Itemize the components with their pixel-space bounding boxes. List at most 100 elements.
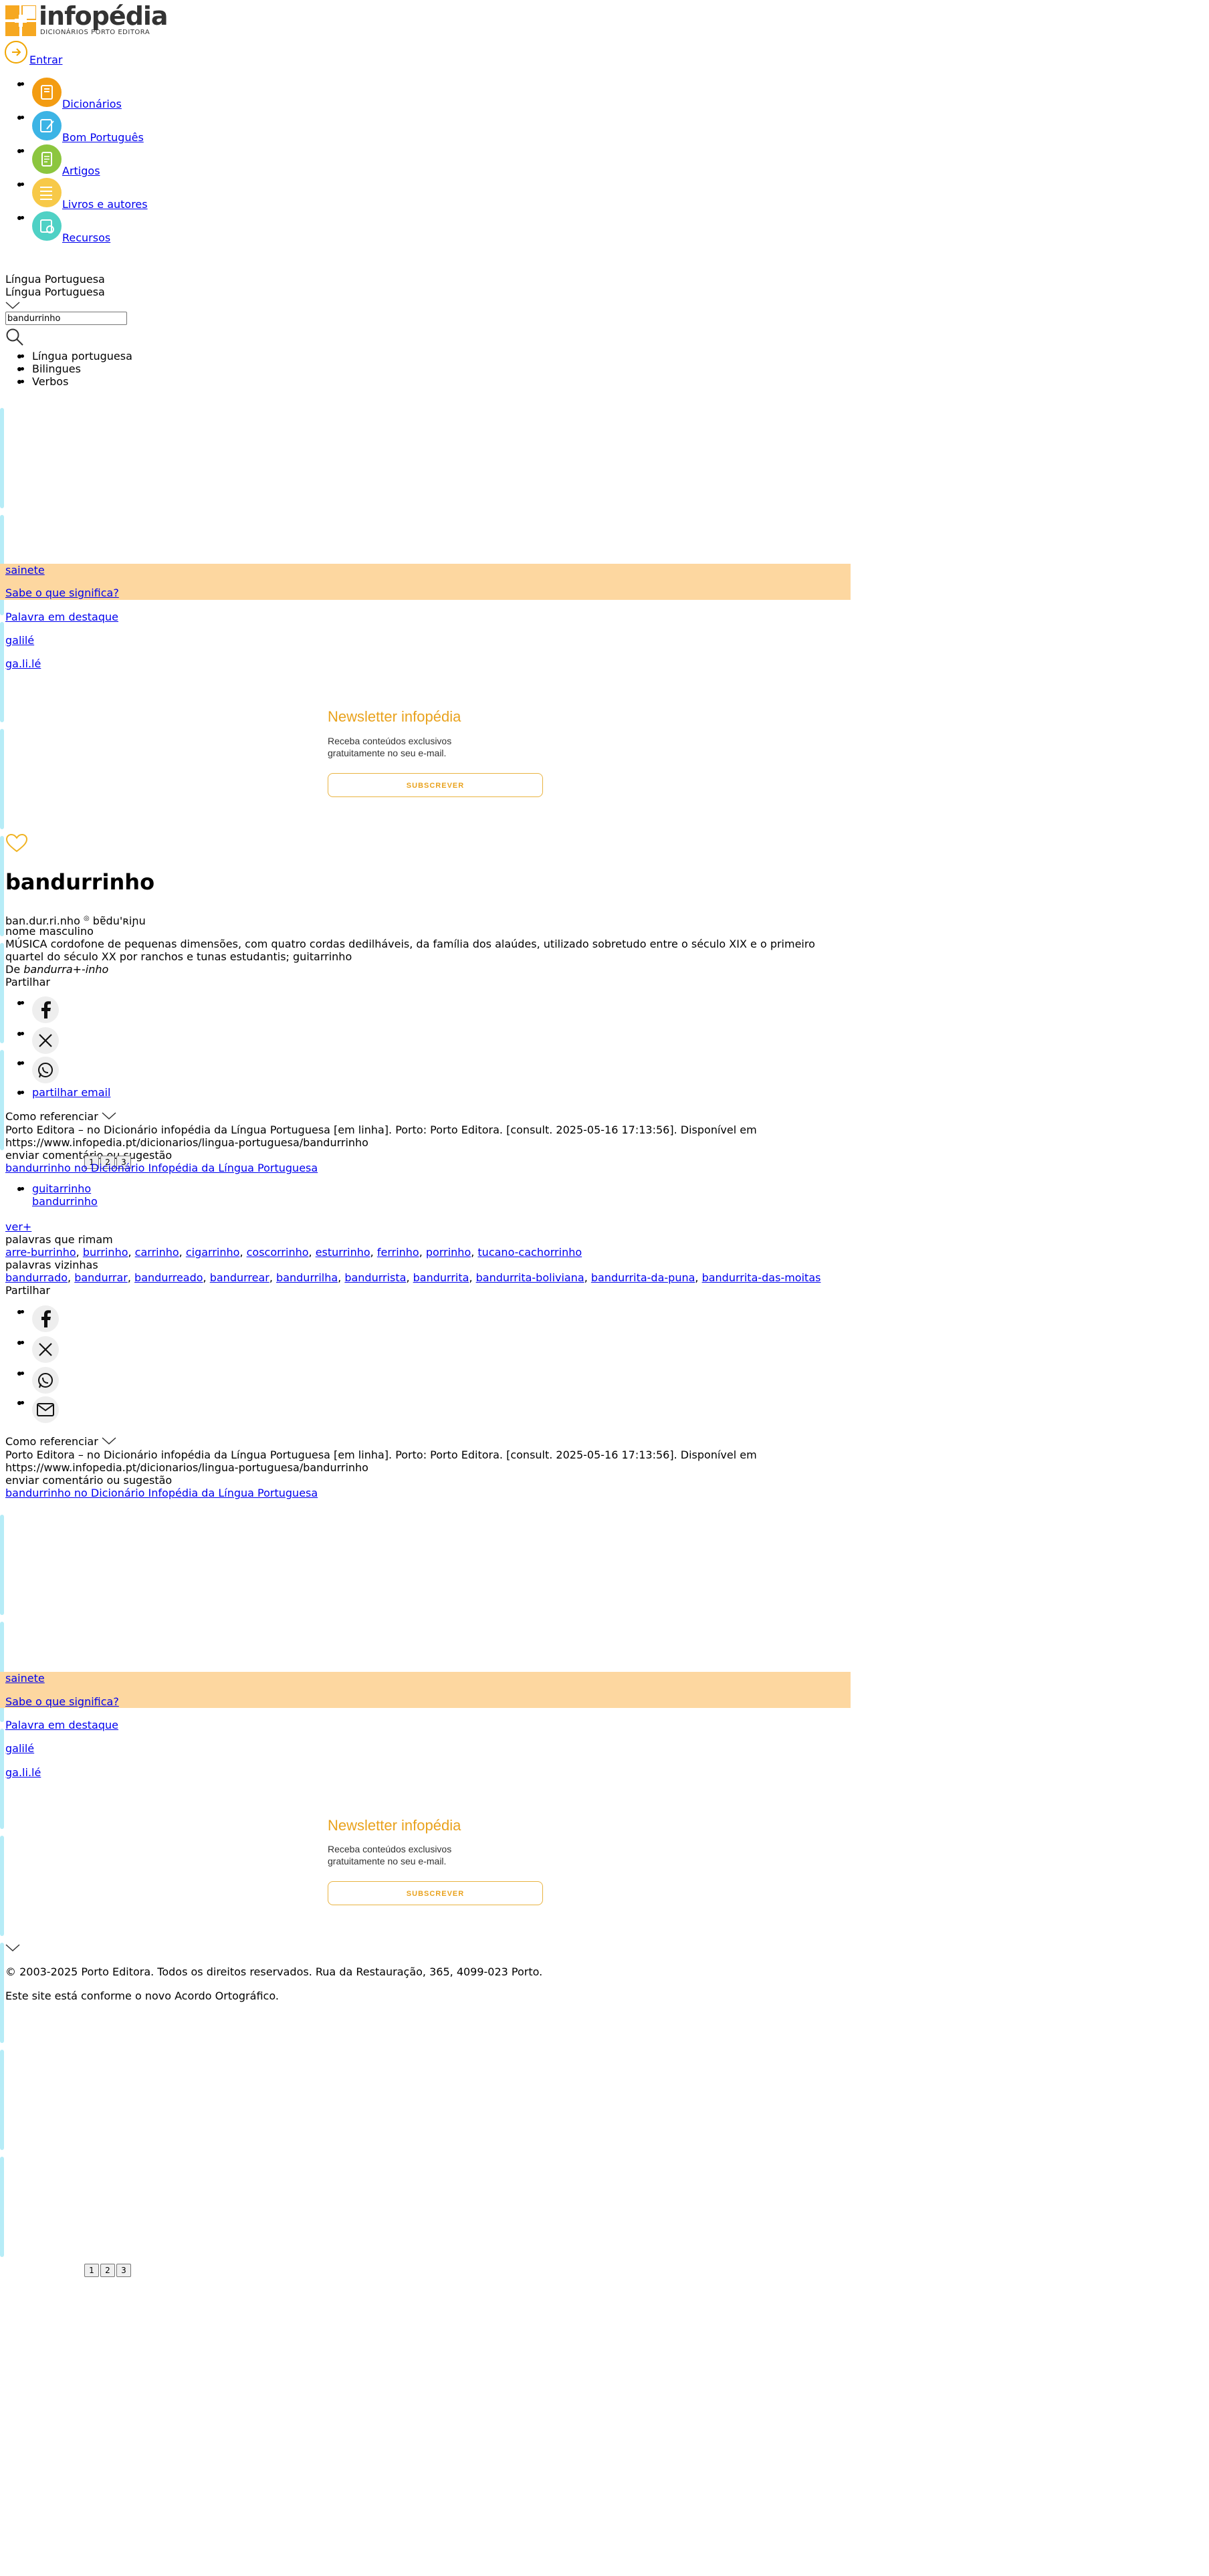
neighbor-link[interactable]: bandurrita-da-puna bbox=[591, 1271, 695, 1284]
rhymes-label: palavras que rimam bbox=[5, 1233, 113, 1246]
highlight-syllables-link[interactable]: ga.li.lé bbox=[5, 657, 41, 670]
neighbor-link[interactable]: bandurrita-boliviana bbox=[476, 1271, 584, 1284]
rhyme-link[interactable]: carrinho bbox=[135, 1246, 179, 1259]
rhyme-link[interactable]: coscorrinho bbox=[247, 1246, 309, 1259]
pager-button[interactable]: 1 bbox=[84, 2264, 99, 2277]
search-input[interactable] bbox=[5, 312, 127, 325]
nav-link-artigos[interactable]: Artigos bbox=[62, 165, 100, 177]
sidebar-bar bbox=[0, 622, 4, 722]
neighbors-list: bandurrado, bandurrar, bandurreado, band… bbox=[5, 1271, 821, 1284]
pager-button[interactable]: 3 bbox=[116, 2264, 131, 2277]
newsletter-text: gratuitamente no seu e-mail. bbox=[328, 1856, 447, 1866]
facebook-icon[interactable] bbox=[32, 1305, 59, 1332]
share-facebook[interactable] bbox=[17, 1305, 59, 1336]
entry-image-link[interactable]: bandurrinho no Dicionário Infopédia da L… bbox=[5, 1487, 318, 1499]
neighbor-link[interactable]: bandurrita bbox=[413, 1271, 469, 1284]
category-lingua-portuguesa[interactable]: Língua portuguesa bbox=[17, 350, 132, 362]
chevron-down-icon[interactable] bbox=[5, 300, 20, 312]
neighbor-link[interactable]: bandurreado bbox=[134, 1271, 203, 1284]
neighbor-link[interactable]: bandurrista bbox=[344, 1271, 406, 1284]
highlight-syllables-link[interactable]: ga.li.lé bbox=[5, 1766, 41, 1779]
pager-button[interactable]: 2 bbox=[100, 2264, 115, 2277]
footer-agreement: Este site está conforme o novo Acordo Or… bbox=[5, 1990, 279, 2002]
synonym-item[interactable]: guitarrinho bandurrinho bbox=[17, 1182, 98, 1208]
share-label: Partilhar bbox=[5, 976, 50, 988]
neighbor-link[interactable]: bandurrar bbox=[74, 1271, 128, 1284]
share-facebook[interactable] bbox=[17, 996, 59, 1027]
neighbor-link[interactable]: bandurrear bbox=[210, 1271, 269, 1284]
nav-link-recursos[interactable]: Recursos bbox=[62, 231, 110, 244]
neighbor-link[interactable]: bandurrilha bbox=[276, 1271, 338, 1284]
cite-text: Porto Editora – no Dicionário infopédia … bbox=[5, 1123, 757, 1136]
newsletter-text: Receba conteúdos exclusivos bbox=[328, 736, 452, 746]
see-more-link[interactable]: ver+ bbox=[5, 1220, 31, 1233]
rhyme-link[interactable]: burrinho bbox=[83, 1246, 128, 1259]
logo-mark-icon[interactable] bbox=[5, 5, 37, 36]
share-whatsapp[interactable] bbox=[17, 1057, 59, 1083]
x-icon[interactable] bbox=[32, 1027, 59, 1054]
x-icon[interactable] bbox=[32, 1336, 59, 1363]
logo-text[interactable]: infopédia bbox=[39, 3, 169, 29]
pager-bottom: 123 bbox=[84, 2263, 132, 2277]
rhyme-link[interactable]: esturrinho bbox=[316, 1246, 370, 1259]
share-whatsapp[interactable] bbox=[17, 1367, 59, 1394]
dictionary-select[interactable]: Língua Portuguesa bbox=[5, 286, 105, 298]
know-meaning-link[interactable]: Sabe o que significa? bbox=[5, 1695, 119, 1708]
highlight-word-link[interactable]: galilé bbox=[5, 634, 34, 647]
highlight-word-link[interactable]: galilé bbox=[5, 1742, 34, 1755]
entry-image-link[interactable]: bandurrinho no Dicionário Infopédia da L… bbox=[5, 1162, 318, 1174]
featured-word-link[interactable]: sainete bbox=[5, 564, 45, 576]
subscribe-button[interactable]: SUBSCREVER bbox=[328, 773, 543, 797]
share-email[interactable]: partilhar email bbox=[17, 1086, 110, 1099]
featured-word-banner[interactable] bbox=[0, 564, 851, 600]
rhyme-link[interactable]: ferrinho bbox=[377, 1246, 419, 1259]
chevron-down-icon[interactable] bbox=[102, 1112, 116, 1120]
share-x[interactable] bbox=[17, 1336, 59, 1363]
highlight-label-link[interactable]: Palavra em destaque bbox=[5, 611, 118, 623]
rhyme-link[interactable]: arre-burrinho bbox=[5, 1246, 76, 1259]
logo-subtitle: DICIONÁRIOS PORTO EDITORA bbox=[40, 29, 150, 36]
share-email[interactable] bbox=[17, 1396, 59, 1423]
book-icon bbox=[32, 78, 62, 107]
share-x[interactable] bbox=[17, 1027, 59, 1054]
entry-definition: MÚSICA cordofone de pequenas dimensões, … bbox=[5, 938, 815, 950]
rhyme-link[interactable]: porrinho bbox=[426, 1246, 471, 1259]
nav-link-dicionarios[interactable]: Dicionários bbox=[62, 98, 122, 110]
category-verbos[interactable]: Verbos bbox=[17, 375, 68, 388]
know-meaning-link[interactable]: Sabe o que significa? bbox=[5, 586, 119, 599]
email-icon[interactable] bbox=[32, 1396, 59, 1423]
cite-toggle[interactable]: Como referenciar bbox=[5, 1110, 116, 1123]
nav-link-livros-autores[interactable]: Livros e autores bbox=[62, 198, 148, 211]
category-bilingues[interactable]: Bilingues bbox=[17, 362, 81, 375]
sidebar-bar bbox=[0, 1729, 4, 1829]
subscribe-button[interactable]: SUBSCREVER bbox=[328, 1881, 543, 1905]
entry-title: bandurrinho bbox=[5, 869, 155, 895]
featured-word-banner[interactable] bbox=[0, 1672, 851, 1708]
share-email-link[interactable]: partilhar email bbox=[32, 1086, 110, 1099]
featured-word-link[interactable]: sainete bbox=[5, 1672, 45, 1685]
cite-toggle[interactable]: Como referenciar bbox=[5, 1435, 116, 1448]
newsletter-text: gratuitamente no seu e-mail. bbox=[328, 748, 447, 758]
highlight-label-link[interactable]: Palavra em destaque bbox=[5, 1719, 118, 1731]
newsletter-text: Receba conteúdos exclusivos bbox=[328, 1844, 452, 1854]
nav-link-bom-portugues[interactable]: Bom Português bbox=[62, 131, 144, 144]
whatsapp-icon[interactable] bbox=[32, 1057, 59, 1083]
search-icon[interactable] bbox=[5, 328, 24, 349]
sidebar-bar bbox=[0, 408, 4, 508]
rhyme-link[interactable]: tucano-cachorrinho bbox=[477, 1246, 582, 1259]
sidebar-bar bbox=[0, 1050, 4, 1150]
cite-text: Porto Editora – no Dicionário infopédia … bbox=[5, 1448, 757, 1461]
comment-link[interactable]: enviar comentário ou sugestão bbox=[5, 1474, 172, 1487]
neighbor-link[interactable]: bandurrado bbox=[5, 1271, 68, 1284]
login-link[interactable]: Entrar bbox=[29, 53, 62, 66]
footer-chevron-icon[interactable] bbox=[5, 1942, 20, 1955]
pronunciation-audio-icon[interactable]: ◎ bbox=[84, 915, 90, 922]
chevron-down-icon[interactable] bbox=[102, 1437, 116, 1445]
whatsapp-icon[interactable] bbox=[32, 1367, 59, 1394]
neighbor-link[interactable]: bandurrita-das-moitas bbox=[702, 1271, 821, 1284]
rhyme-link[interactable]: cigarrinho bbox=[186, 1246, 240, 1259]
login-icon[interactable] bbox=[4, 40, 28, 67]
newsletter-title: Newsletter infopédia bbox=[328, 1817, 461, 1834]
heart-icon[interactable] bbox=[5, 833, 28, 856]
facebook-icon[interactable] bbox=[32, 996, 59, 1023]
